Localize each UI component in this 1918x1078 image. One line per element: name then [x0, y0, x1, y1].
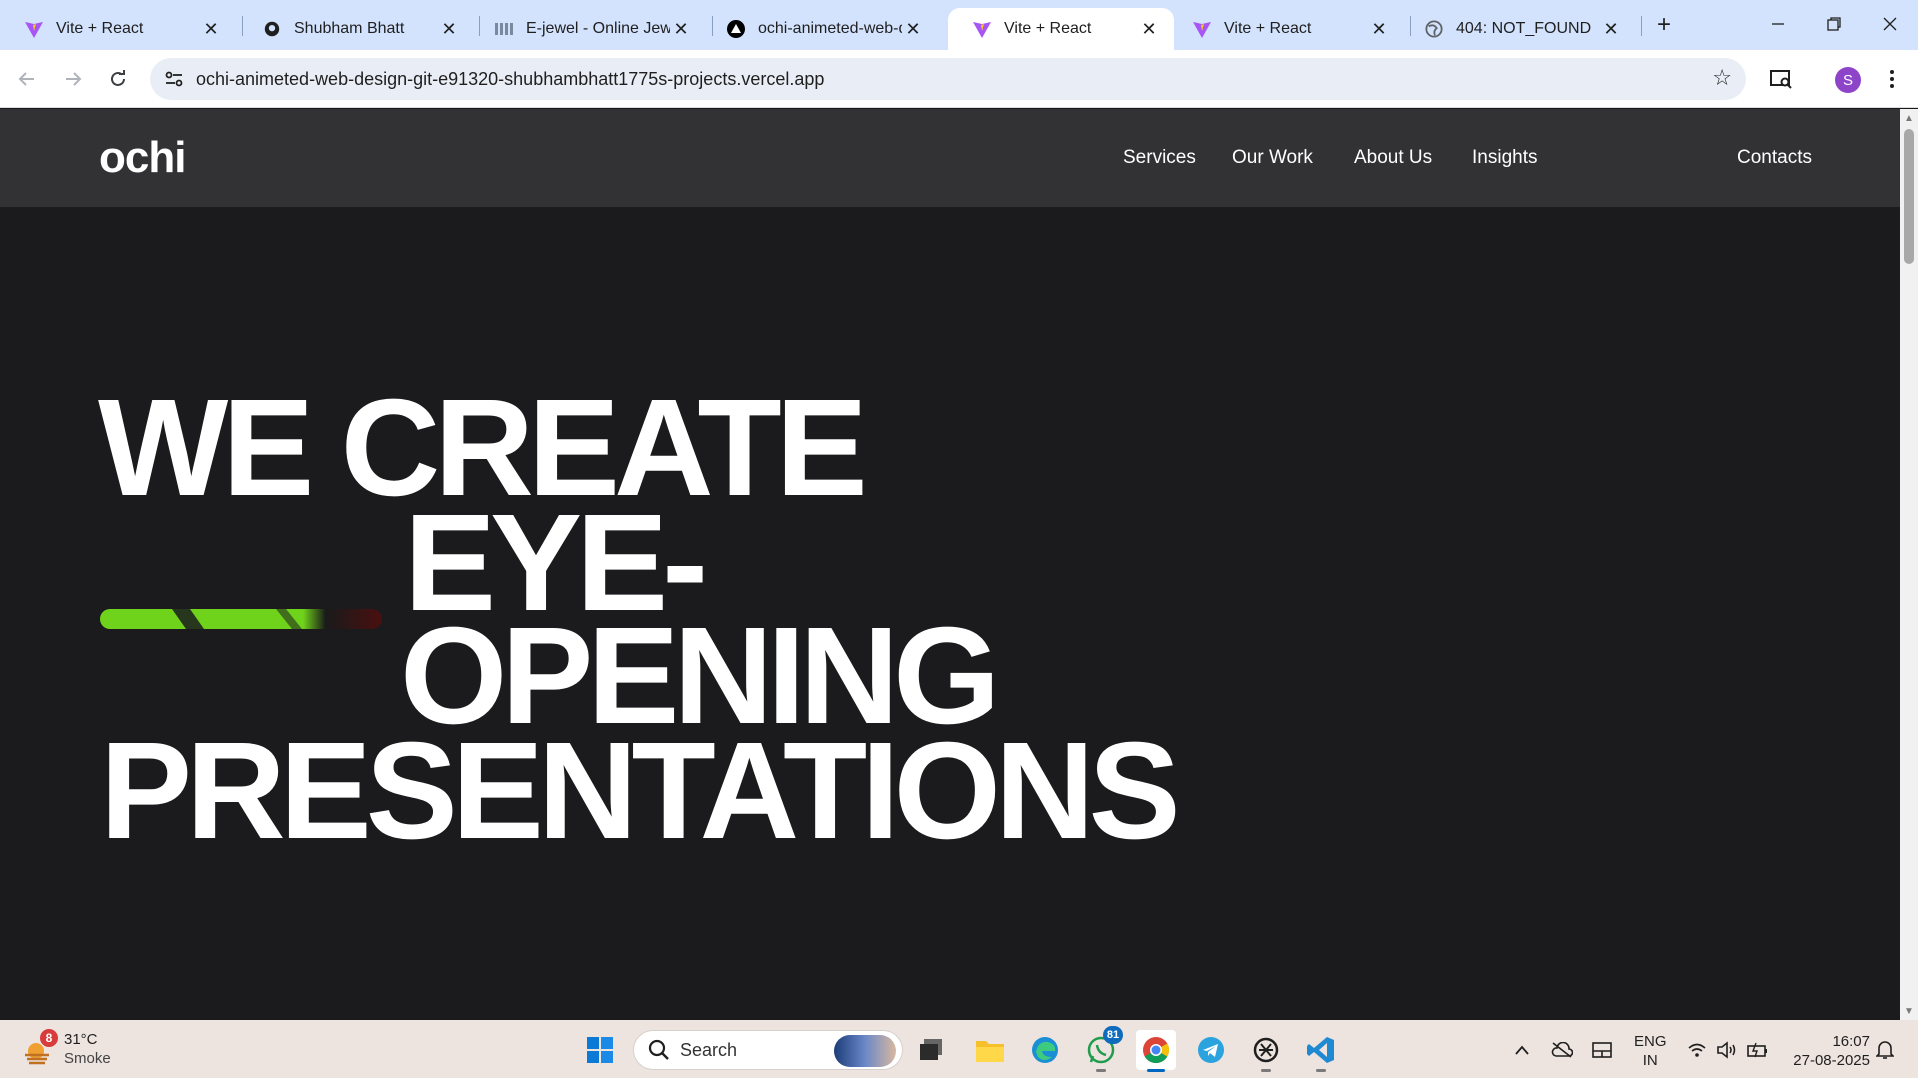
back-button[interactable]: [10, 62, 44, 96]
close-icon[interactable]: ✕: [902, 18, 924, 40]
start-button[interactable]: [580, 1030, 620, 1070]
volume-icon[interactable]: [1715, 1038, 1739, 1062]
tab-title: E-jewel - Online Jewel: [526, 20, 670, 37]
tab-title: Vite + React: [56, 20, 144, 37]
tab-separator: [1641, 16, 1642, 36]
close-window-button[interactable]: [1862, 0, 1918, 48]
browser-tab[interactable]: Shubham Bhatt ✕: [238, 8, 474, 50]
site-logo[interactable]: ochi: [99, 133, 186, 183]
clock-time: 16:07: [1832, 1033, 1870, 1050]
language-code: ENG: [1634, 1033, 1667, 1050]
scroll-down-arrow-icon[interactable]: ▼: [1903, 1005, 1915, 1017]
close-icon[interactable]: ✕: [1368, 18, 1390, 40]
task-view-button[interactable]: [912, 1030, 952, 1070]
github-icon: [262, 19, 282, 39]
region-code: IN: [1642, 1052, 1658, 1069]
web-page: ochi Services Our Work About Us Insights…: [0, 109, 1900, 1020]
clock-date: 27-08-2025: [1793, 1052, 1870, 1069]
whatsapp-icon[interactable]: 81: [1081, 1026, 1123, 1072]
close-icon[interactable]: ✕: [1600, 18, 1622, 40]
browser-tab[interactable]: Vite + React ✕: [1168, 8, 1404, 50]
vercel-icon: [726, 19, 746, 39]
minimize-button[interactable]: [1750, 0, 1806, 48]
vite-icon: [24, 19, 44, 39]
notification-bell-icon[interactable]: [1873, 1038, 1897, 1062]
weather-condition: Smoke: [64, 1050, 111, 1067]
new-tab-button[interactable]: +: [1650, 11, 1678, 39]
nav-services[interactable]: Services: [1123, 147, 1196, 169]
browser-tab[interactable]: Vite + React ✕: [0, 8, 236, 50]
edge-browser-icon[interactable]: [1025, 1030, 1065, 1070]
profile-avatar[interactable]: S: [1835, 67, 1861, 93]
nav-contacts[interactable]: Contacts: [1737, 147, 1812, 169]
chrome-icon[interactable]: [1136, 1030, 1176, 1072]
weather-temperature: 31°C: [64, 1031, 98, 1048]
scrollbar-thumb[interactable]: [1904, 129, 1914, 264]
tab-title: ochi-animeted-web-d: [758, 20, 902, 37]
browser-menu-icon[interactable]: [1875, 62, 1909, 96]
search-icon: [648, 1039, 669, 1060]
chatgpt-icon[interactable]: [1246, 1030, 1286, 1072]
tab-search-icon[interactable]: [1764, 62, 1798, 96]
scroll-up-arrow-icon[interactable]: ▲: [1903, 112, 1915, 124]
nav-about-us[interactable]: About Us: [1354, 147, 1432, 169]
vscode-icon[interactable]: [1301, 1030, 1341, 1072]
close-icon[interactable]: ✕: [670, 18, 692, 40]
browser-tab[interactable]: E-jewel - Online Jewel ✕: [470, 8, 706, 50]
hero-accent-bar: [100, 609, 382, 629]
site-navbar: ochi Services Our Work About Us Insights…: [0, 109, 1900, 207]
file-explorer-icon[interactable]: [970, 1030, 1010, 1070]
browser-tab-active[interactable]: Vite + React ✕: [948, 8, 1174, 50]
chevron-up-icon[interactable]: [1510, 1038, 1534, 1062]
tab-title: Vite + React: [1224, 20, 1312, 37]
input-panel-icon[interactable]: [1590, 1038, 1614, 1062]
whatsapp-unread-badge: 81: [1103, 1026, 1123, 1044]
restore-button[interactable]: [1806, 0, 1862, 48]
jewel-icon: [494, 19, 514, 39]
windows-taskbar: 8 31°C Smoke Search 81 ENG IN 16:07 27-0…: [0, 1020, 1918, 1078]
site-settings-icon[interactable]: [162, 67, 186, 91]
tab-title: Vite + React: [1004, 20, 1092, 37]
address-bar[interactable]: ochi-animeted-web-design-git-e91320-shub…: [150, 58, 1746, 100]
nav-insights[interactable]: Insights: [1472, 147, 1537, 169]
vite-icon: [1192, 19, 1212, 39]
smoke-weather-icon: 8: [22, 1029, 58, 1065]
url-text[interactable]: ochi-animeted-web-design-git-e91320-shub…: [196, 69, 824, 90]
language-indicator[interactable]: ENG IN: [1634, 1032, 1667, 1070]
nav-our-work[interactable]: Our Work: [1232, 147, 1313, 169]
wifi-icon[interactable]: [1685, 1038, 1709, 1062]
close-icon[interactable]: ✕: [200, 18, 222, 40]
system-clock[interactable]: 16:07 27-08-2025: [1780, 1032, 1870, 1070]
tab-title: Shubham Bhatt: [294, 20, 405, 37]
taskbar-search[interactable]: Search: [633, 1030, 903, 1070]
forward-button[interactable]: [56, 62, 90, 96]
page-scrollbar[interactable]: ▲ ▼: [1900, 109, 1918, 1020]
weather-alert-badge: 8: [40, 1029, 58, 1047]
telegram-icon[interactable]: [1191, 1030, 1231, 1070]
tab-title: 404: NOT_FOUND: [1456, 20, 1592, 37]
browser-tab[interactable]: 404: NOT_FOUND ✕: [1400, 8, 1636, 50]
search-label: Search: [680, 1039, 738, 1060]
hero-heading-line-4: PRESENTATIONS: [100, 714, 1181, 868]
close-icon[interactable]: ✕: [438, 18, 460, 40]
vite-icon: [972, 19, 992, 39]
close-icon[interactable]: ✕: [1138, 18, 1160, 40]
battery-charging-icon[interactable]: [1746, 1038, 1770, 1062]
weather-widget[interactable]: 8 31°C Smoke: [22, 1028, 111, 1070]
reload-button[interactable]: [101, 62, 135, 96]
browser-toolbar: ochi-animeted-web-design-git-e91320-shub…: [0, 50, 1918, 108]
browser-tab-strip: Vite + React ✕ Shubham Bhatt ✕ E-jewel -…: [0, 0, 1918, 50]
globe-icon: [1424, 19, 1444, 39]
bookmark-star-icon[interactable]: ☆: [1712, 65, 1732, 91]
onedrive-offline-icon[interactable]: [1550, 1038, 1574, 1062]
browser-tab[interactable]: ochi-animeted-web-d ✕: [702, 8, 938, 50]
search-highlight-image: [834, 1035, 896, 1067]
